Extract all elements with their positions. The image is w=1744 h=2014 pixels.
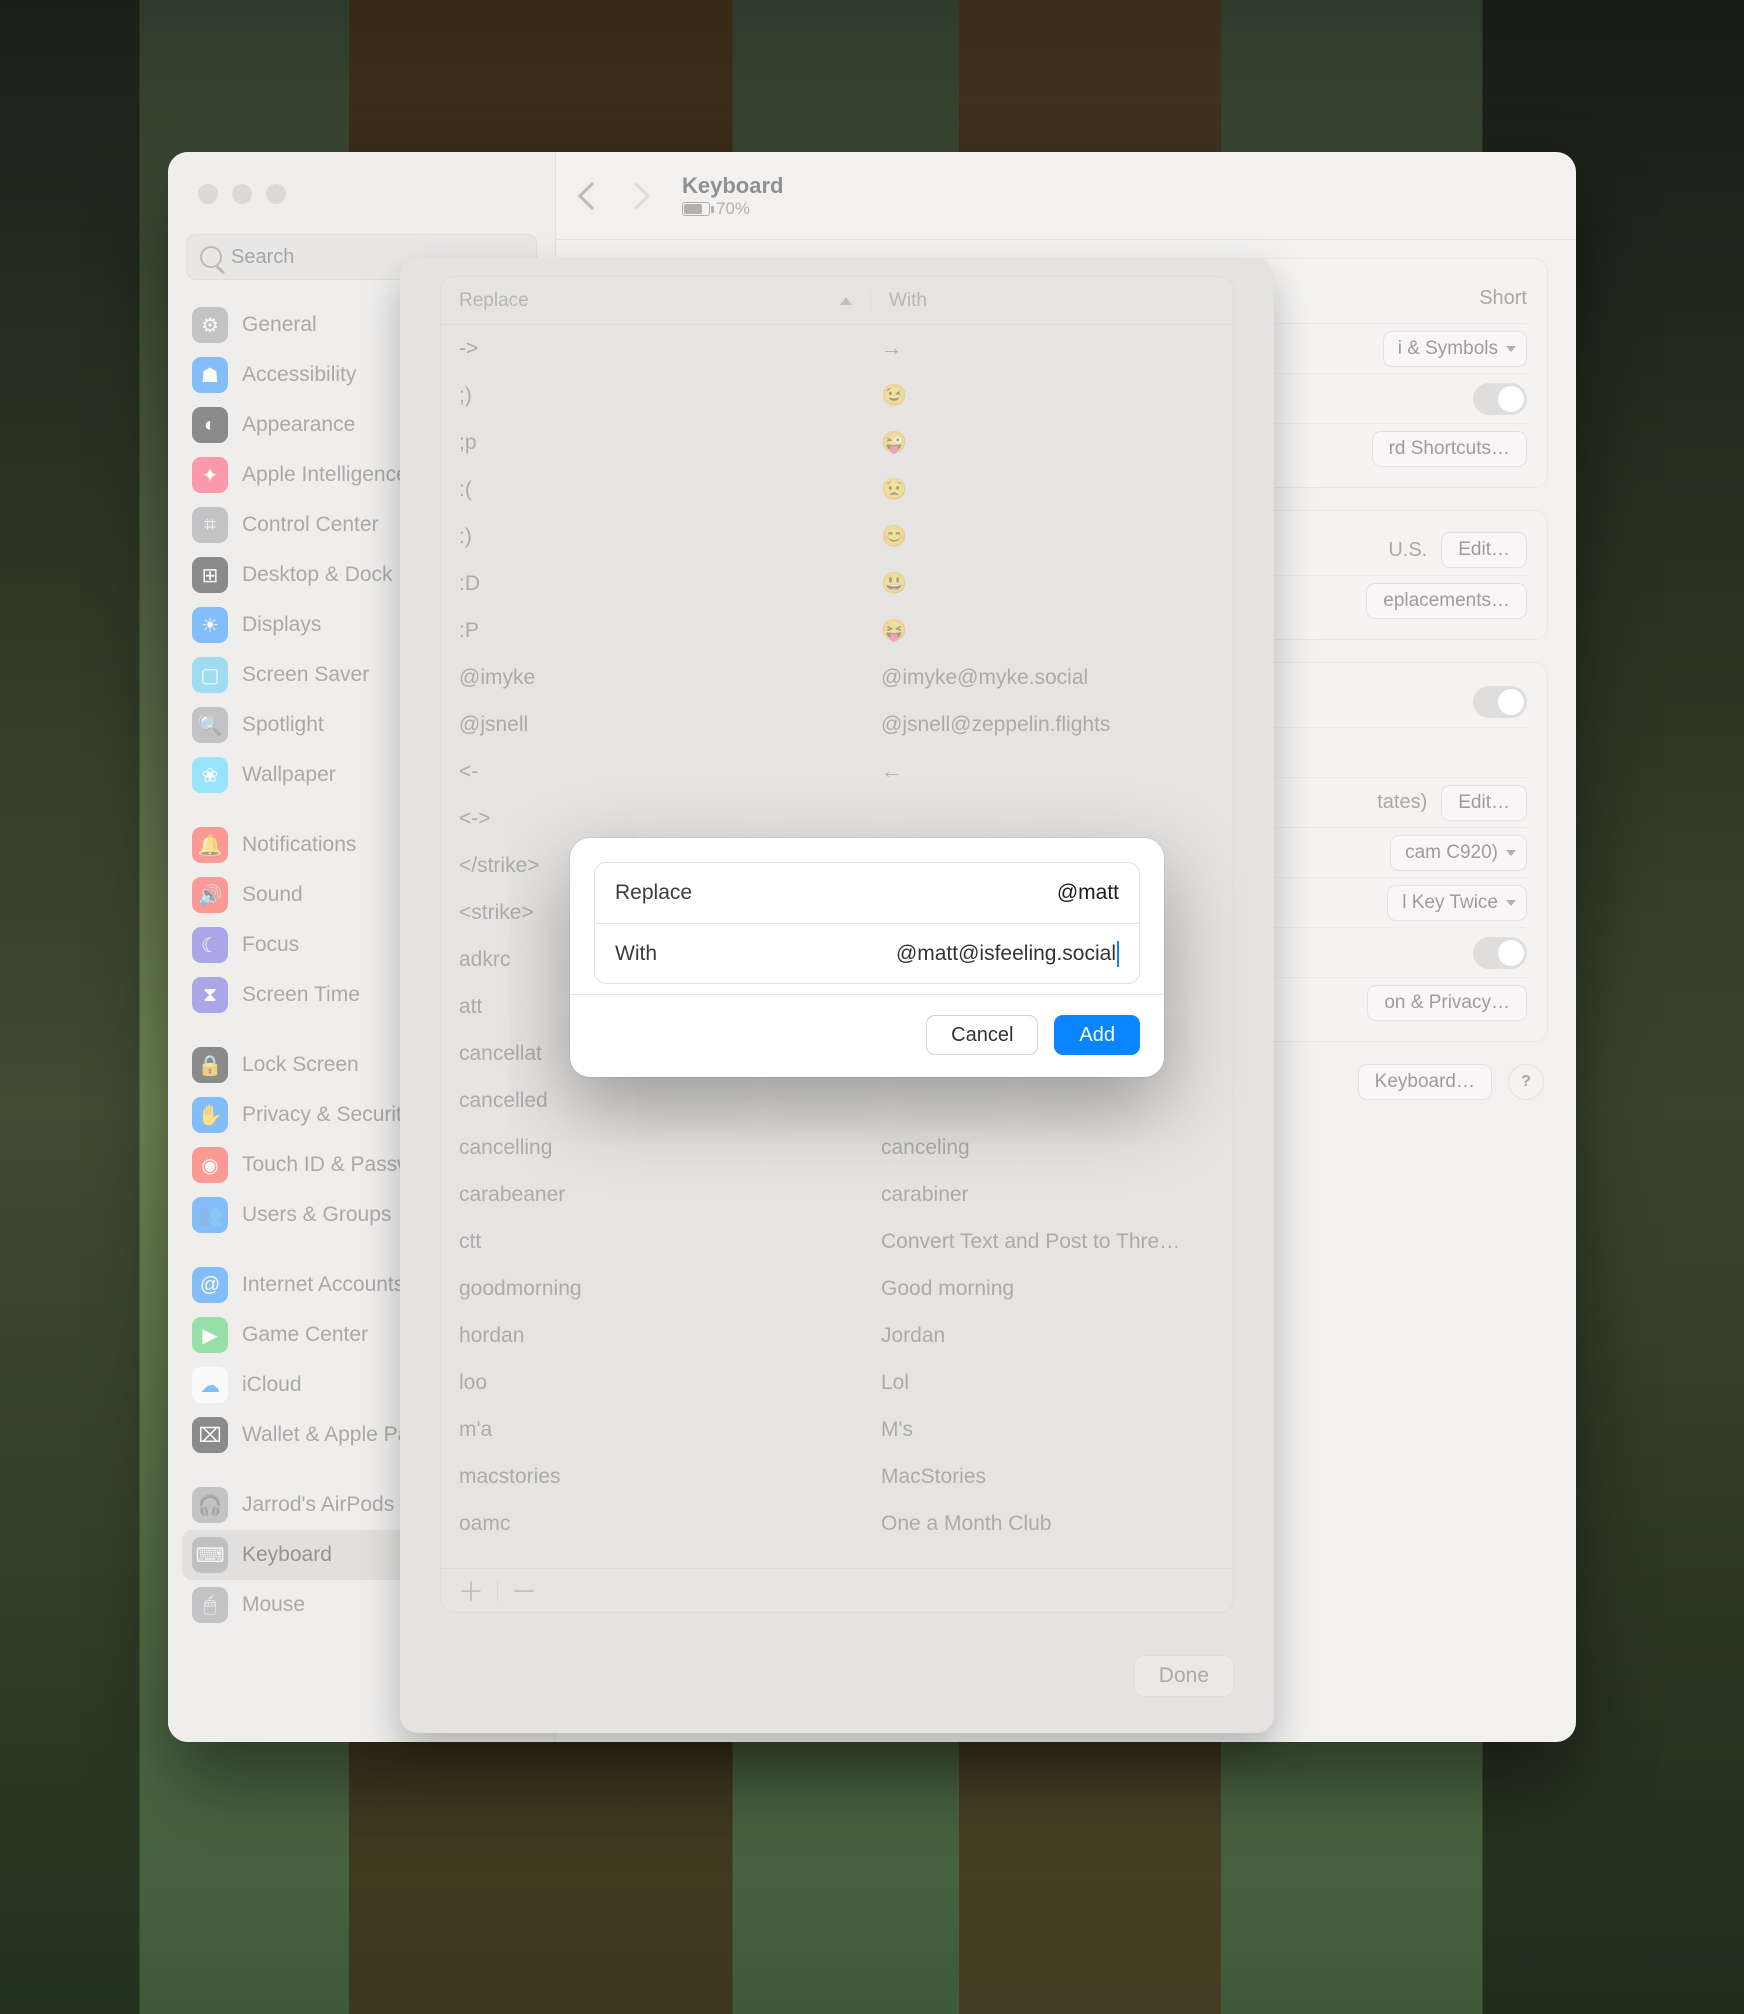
- close-light[interactable]: [198, 184, 218, 204]
- apple-intelligence-icon: ✦: [192, 457, 228, 493]
- general-icon: ⚙︎: [192, 307, 228, 343]
- battery-percent: 70%: [716, 199, 750, 219]
- battery-icon: [682, 202, 710, 216]
- sidebar-item-label: Apple Intelligence: [242, 463, 408, 487]
- keyboard-icon: ⌨︎: [192, 1537, 228, 1573]
- game-center-icon: ▶︎: [192, 1317, 228, 1353]
- notifications-icon: 🔔: [192, 827, 228, 863]
- battery-row: 70%: [682, 199, 783, 219]
- sidebar-item-label: Notifications: [242, 833, 356, 857]
- sidebar-item-label: iCloud: [242, 1373, 302, 1397]
- users-groups-icon: 👥: [192, 1197, 228, 1233]
- nav-back-icon[interactable]: [578, 181, 606, 209]
- sidebar-item-label: Game Center: [242, 1323, 368, 1347]
- dictation-toggle[interactable]: [1473, 686, 1527, 718]
- nav-forward-icon[interactable]: [622, 181, 650, 209]
- main-header: Keyboard 70%: [556, 152, 1576, 240]
- minimize-light[interactable]: [232, 184, 252, 204]
- dictation-lang-value: tates): [1377, 791, 1427, 814]
- mouse-icon: 🖱: [192, 1587, 228, 1623]
- zoom-light[interactable]: [266, 184, 286, 204]
- privacy-security-icon: ✋: [192, 1097, 228, 1133]
- sidebar-item-label: Internet Accounts: [242, 1273, 404, 1297]
- sidebar-item-label: Screen Saver: [242, 663, 369, 687]
- sidebar-item-label: Focus: [242, 933, 299, 957]
- emoji-symbols-dropdown[interactable]: i & Symbols: [1383, 331, 1527, 367]
- mic-source-dropdown[interactable]: cam C920): [1390, 835, 1527, 871]
- dictation-toggle-2[interactable]: [1473, 937, 1527, 969]
- tab-key-toggle[interactable]: [1473, 383, 1527, 415]
- screen-saver-icon: ▢: [192, 657, 228, 693]
- wallpaper-icon: ❀: [192, 757, 228, 793]
- sidebar-item-label: Screen Time: [242, 983, 360, 1007]
- dictation-privacy-button[interactable]: on & Privacy…: [1367, 985, 1527, 1021]
- text-replacements-button[interactable]: eplacements…: [1366, 583, 1527, 619]
- sidebar-item-label: Mouse: [242, 1593, 305, 1617]
- displays-icon: ☀︎: [192, 607, 228, 643]
- replace-field-label: Replace: [615, 881, 745, 905]
- sidebar-item-label: Jarrod's AirPods: [242, 1493, 394, 1517]
- with-field-row: With @matt@isfeeling.social: [595, 923, 1139, 983]
- with-field-value[interactable]: @matt@isfeeling.social: [896, 942, 1116, 966]
- sound-icon: 🔊: [192, 877, 228, 913]
- sidebar-item-label: Control Center: [242, 513, 379, 537]
- replace-field-row: Replace: [595, 863, 1139, 923]
- focus-icon: ☾: [192, 927, 228, 963]
- search-icon: [200, 246, 222, 268]
- appearance-icon: ◐: [192, 407, 228, 443]
- sidebar-item-label: Accessibility: [242, 363, 356, 387]
- sidebar-item-label: Desktop & Dock: [242, 563, 393, 587]
- input-source-value: U.S.: [1388, 539, 1427, 562]
- sidebar-item-label: Lock Screen: [242, 1053, 359, 1077]
- page-title: Keyboard: [682, 173, 783, 199]
- sidebar-item-label: Spotlight: [242, 713, 324, 737]
- add-button[interactable]: Add: [1054, 1015, 1140, 1055]
- dictation-shortcut-dropdown[interactable]: l Key Twice: [1387, 885, 1527, 921]
- replace-field-input[interactable]: [745, 881, 1119, 905]
- text-cursor: [1117, 941, 1119, 967]
- sidebar-item-label: Appearance: [242, 413, 355, 437]
- window-controls: [198, 184, 286, 204]
- sidebar-item-label: Sound: [242, 883, 303, 907]
- desktop-dock-icon: ⊞: [192, 557, 228, 593]
- touch-id-icon: ◉: [192, 1147, 228, 1183]
- sidebar-item-label: Privacy & Security: [242, 1103, 412, 1127]
- sidebar-item-label: General: [242, 313, 317, 337]
- icloud-icon: ☁︎: [192, 1367, 228, 1403]
- control-center-icon: ⌗: [192, 507, 228, 543]
- input-source-edit-button[interactable]: Edit…: [1441, 532, 1527, 568]
- dictation-lang-edit-button[interactable]: Edit…: [1441, 785, 1527, 821]
- sidebar-item-label: Wallpaper: [242, 763, 336, 787]
- accessibility-icon: ☗: [192, 357, 228, 393]
- cancel-button[interactable]: Cancel: [926, 1015, 1038, 1055]
- sidebar-item-label: Displays: [242, 613, 321, 637]
- slider-short-label: Short: [1479, 287, 1527, 310]
- airpods-icon: 🎧: [192, 1487, 228, 1523]
- lock-screen-icon: 🔒: [192, 1047, 228, 1083]
- with-field-label: With: [615, 942, 745, 966]
- add-replacement-dialog: Replace With @matt@isfeeling.social Canc…: [570, 838, 1164, 1077]
- setup-keyboard-button[interactable]: Keyboard…: [1358, 1064, 1492, 1100]
- help-button[interactable]: ?: [1508, 1064, 1544, 1100]
- keyboard-shortcuts-button[interactable]: rd Shortcuts…: [1372, 431, 1527, 467]
- screen-time-icon: ⧗: [192, 977, 228, 1013]
- sidebar-item-label: Users & Groups: [242, 1203, 391, 1227]
- spotlight-icon: 🔍: [192, 707, 228, 743]
- wallet-icon: ⌧: [192, 1417, 228, 1453]
- sidebar-item-label: Wallet & Apple Pay: [242, 1423, 420, 1447]
- sidebar-item-label: Keyboard: [242, 1543, 332, 1567]
- internet-accounts-icon: @: [192, 1267, 228, 1303]
